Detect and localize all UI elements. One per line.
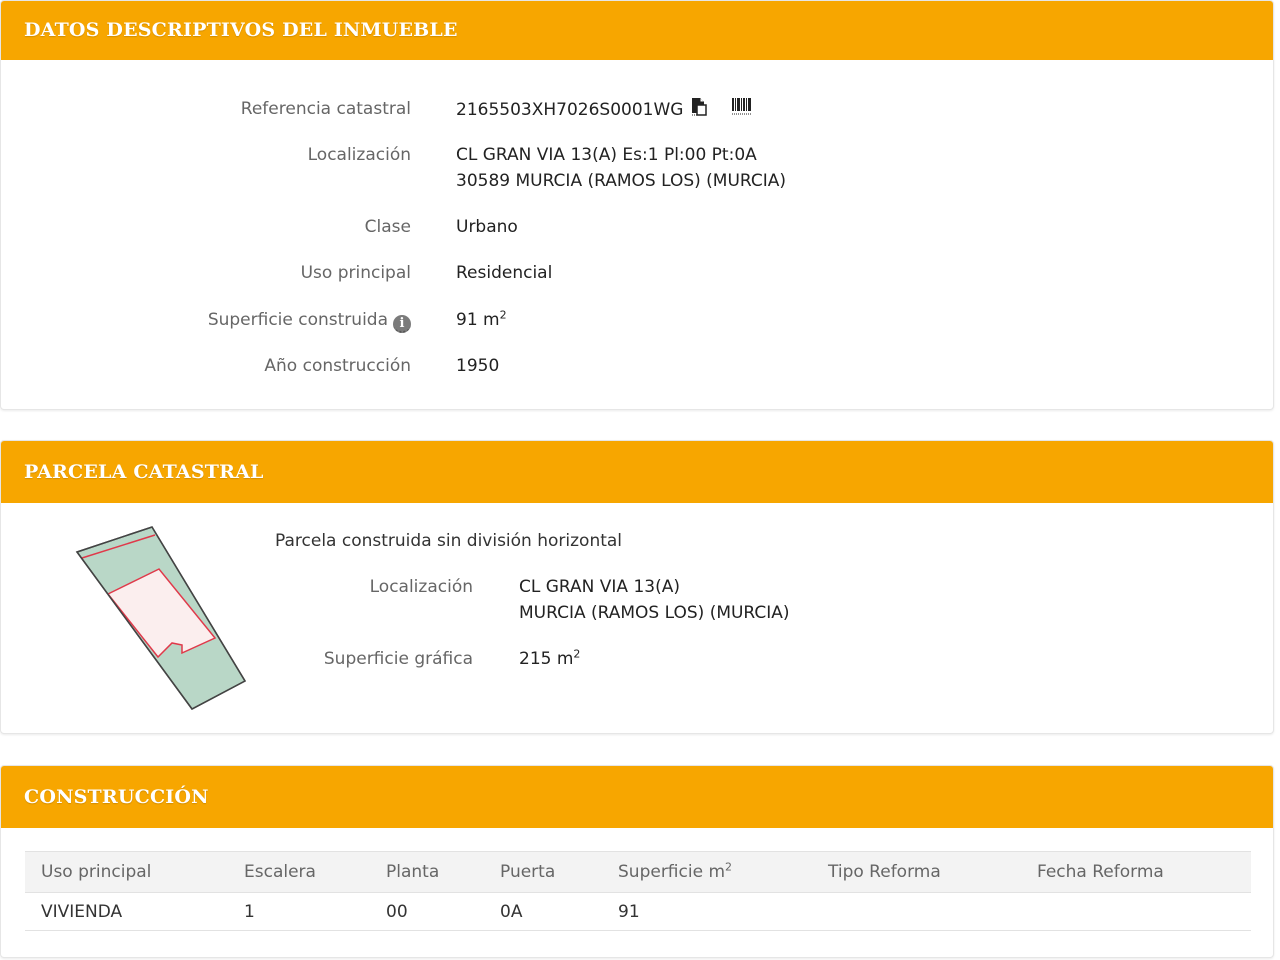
parcela-superficie-value: 215 m: [519, 649, 574, 669]
clase-label: Clase: [364, 217, 411, 237]
table-header-row: Uso principal Escalera Planta Puerta Sup…: [25, 851, 1251, 893]
info-icon[interactable]: i: [393, 315, 411, 333]
barcode-icon[interactable]: [731, 96, 753, 124]
col-tipo-reforma: Tipo Reforma: [812, 851, 1021, 893]
referencia-value-wrap: 2165503XH7026S0001WG: [456, 96, 753, 124]
parcela-superficie-label: Superficie gráfica: [323, 649, 473, 669]
localizacion-value: CL GRAN VIA 13(A) Es:1 Pl:00 Pt:0A 30589…: [456, 142, 786, 194]
superficie-value: 91 m: [456, 310, 500, 330]
parcel-map[interactable]: [72, 523, 252, 717]
cell-tipo-reforma: [812, 892, 1021, 931]
table-row: VIVIENDA 1 00 0A 91: [25, 892, 1251, 931]
col-planta: Planta: [370, 851, 484, 893]
cell-uso: VIVIENDA: [25, 892, 228, 931]
referencia-label: Referencia catastral: [240, 99, 411, 119]
superficie-exponent: 2: [499, 308, 507, 322]
parcela-localizacion-value: CL GRAN VIA 13(A) MURCIA (RAMOS LOS) (MU…: [519, 574, 790, 626]
anio-value: 1950: [456, 356, 500, 376]
parcela-superficie-value-wrap: 215 m2: [519, 646, 580, 672]
localizacion-label: Localización: [307, 145, 411, 165]
referencia-value: 2165503XH7026S0001WG: [456, 100, 684, 120]
construccion-table: Uso principal Escalera Planta Puerta Sup…: [25, 851, 1251, 931]
copy-document-icon[interactable]: [689, 96, 709, 124]
parcela-subtitle: Parcela construida sin división horizont…: [275, 531, 623, 551]
clase-row: Clase Urbano: [1, 214, 1273, 240]
superficie-label: Superficie construida: [207, 310, 388, 330]
col-superficie: Superficie m2: [602, 851, 812, 893]
panel-title: DATOS DESCRIPTIVOS DEL INMUEBLE: [1, 1, 1273, 60]
cell-escalera: 1: [228, 892, 370, 931]
superficie-value-wrap: 91 m2: [456, 307, 507, 333]
col-fecha-reforma: Fecha Reforma: [1021, 851, 1251, 893]
parcela-localizacion-line1: CL GRAN VIA 13(A): [519, 577, 680, 597]
localizacion-line1: CL GRAN VIA 13(A) Es:1 Pl:00 Pt:0A: [456, 145, 757, 165]
uso-label: Uso principal: [300, 263, 411, 283]
cell-puerta: 0A: [484, 892, 602, 931]
panel-title: PARCELA CATASTRAL: [1, 441, 1273, 503]
localizacion-row: Localización CL GRAN VIA 13(A) Es:1 Pl:0…: [1, 142, 1273, 194]
col-puerta: Puerta: [484, 851, 602, 893]
parcela-localizacion-line2: MURCIA (RAMOS LOS) (MURCIA): [519, 603, 790, 623]
uso-row: Uso principal Residencial: [1, 260, 1273, 286]
panel-title: CONSTRUCCIÓN: [1, 766, 1273, 828]
localizacion-line2: 30589 MURCIA (RAMOS LOS) (MURCIA): [456, 171, 787, 191]
referencia-row: Referencia catastral 2165503XH7026S0001W…: [1, 96, 1273, 124]
datos-descriptivos-panel: DATOS DESCRIPTIVOS DEL INMUEBLE Referenc…: [0, 0, 1274, 410]
clase-value: Urbano: [456, 217, 518, 237]
uso-value: Residencial: [456, 263, 553, 283]
parcela-superficie-exponent: 2: [573, 647, 581, 661]
superficie-label-wrap: Superficie construida i: [208, 307, 411, 333]
cell-planta: 00: [370, 892, 484, 931]
col-escalera: Escalera: [228, 851, 370, 893]
col-superficie-label: Superficie m: [618, 862, 726, 882]
cell-superficie: 91: [602, 892, 812, 931]
anio-row: Año construcción 1950: [1, 353, 1273, 379]
superficie-row: Superficie construida i 91 m2: [1, 307, 1273, 333]
cell-fecha-reforma: [1021, 892, 1251, 931]
construccion-panel: CONSTRUCCIÓN Uso principal Escalera Plan…: [0, 765, 1274, 958]
parcela-localizacion-label: Localización: [369, 577, 473, 597]
col-uso: Uso principal: [25, 851, 228, 893]
anio-label: Año construcción: [264, 356, 411, 376]
col-superficie-exponent: 2: [725, 860, 733, 874]
